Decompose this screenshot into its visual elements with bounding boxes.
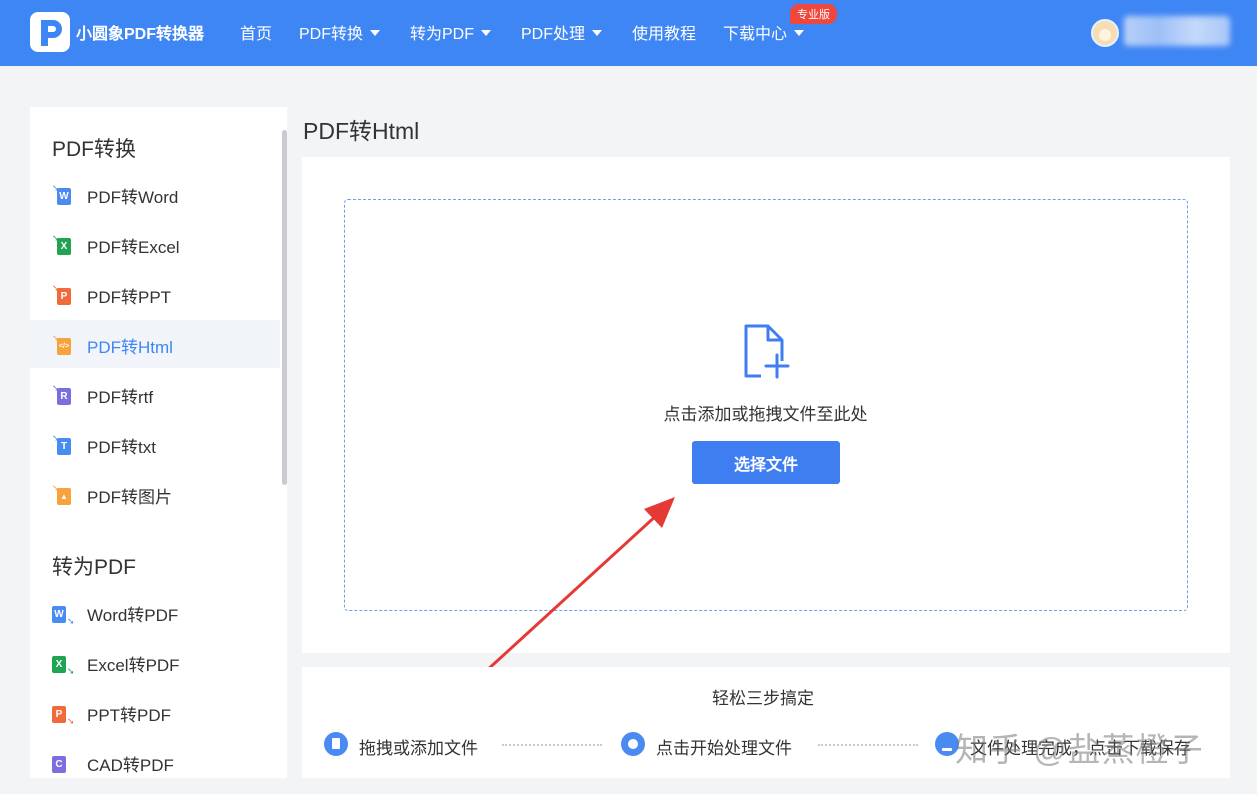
refresh-icon — [621, 732, 645, 756]
excel-icon: X ➘ — [52, 652, 76, 676]
username-blurred[interactable] — [1124, 16, 1230, 46]
sidebar-item-excel-to-pdf[interactable]: X ➘ Excel转PDF — [30, 638, 280, 686]
html-icon: ➘ </> — [52, 334, 76, 358]
nav-pdf-convert-label: PDF转换 — [299, 26, 364, 43]
avatar[interactable] — [1091, 19, 1119, 47]
nav-pdf-process-label: PDF处理 — [521, 26, 586, 43]
image-icon: ➘ ▲ — [52, 484, 76, 508]
step-label: 拖拽或添加文件 — [359, 739, 478, 758]
sidebar-item-pdf-to-ppt[interactable]: ➘ P PDF转PPT — [30, 270, 280, 318]
word-icon: ➘ W — [52, 184, 76, 208]
nav-download-center-label: 下载中心 — [723, 26, 788, 43]
nav-home[interactable]: 首页 — [240, 20, 272, 44]
sidebar-item-label: Word转PDF — [87, 606, 179, 625]
sidebar-item-label: Excel转PDF — [87, 656, 180, 675]
nav-tutorial[interactable]: 使用教程 — [632, 20, 696, 44]
ppt-icon: ➘ P — [52, 284, 76, 308]
sidebar-item-label: PDF转txt — [87, 438, 156, 457]
chevron-down-icon — [370, 30, 381, 36]
sidebar-item-label: PDF转Excel — [87, 238, 180, 257]
sidebar-item-pdf-to-rtf[interactable]: ➘ R PDF转rtf — [30, 370, 280, 418]
app-logo[interactable] — [30, 12, 70, 52]
cad-icon: C — [52, 752, 76, 776]
sidebar-section-to-pdf: 转为PDF — [52, 556, 136, 579]
sidebar-item-label: PDF转图片 — [87, 488, 172, 507]
sidebar-item-ppt-to-pdf[interactable]: P ➘ PPT转PDF — [30, 688, 280, 736]
nav-to-pdf[interactable]: 转为PDF — [410, 20, 492, 44]
file-icon — [324, 732, 348, 756]
file-dropzone[interactable] — [344, 199, 1188, 611]
sidebar-item-label: PDF转Word — [87, 188, 179, 207]
nav-home-label: 首页 — [240, 26, 273, 43]
select-file-button[interactable]: 选择文件 — [692, 441, 840, 484]
rtf-icon: ➘ R — [52, 384, 76, 408]
pro-badge: 专业版 — [790, 4, 837, 24]
chevron-down-icon — [592, 30, 603, 36]
page-title: PDF转Html — [303, 118, 420, 144]
chevron-down-icon — [794, 30, 805, 36]
excel-icon: ➘ X — [52, 234, 76, 258]
sidebar-item-pdf-to-txt[interactable]: ➘ T PDF转txt — [30, 420, 280, 468]
sidebar-item-label: CAD转PDF — [87, 756, 174, 775]
ppt-icon: P ➘ — [52, 702, 76, 726]
sidebar-item-label: PPT转PDF — [87, 706, 172, 725]
nav-pdf-convert[interactable]: PDF转换 — [299, 20, 381, 44]
txt-icon: ➘ T — [52, 434, 76, 458]
watermark: 知乎 @盐蒸橙子 — [955, 731, 1204, 768]
step-label: 点击开始处理文件 — [656, 739, 792, 758]
word-icon: W ➘ — [52, 602, 76, 626]
sidebar-item-word-to-pdf[interactable]: W ➘ Word转PDF — [30, 588, 280, 636]
sidebar-item-label: PDF转Html — [87, 338, 173, 357]
steps-title: 轻松三步搞定 — [712, 689, 814, 708]
sidebar-item-pdf-to-word[interactable]: ➘ W PDF转Word — [30, 170, 280, 218]
step-connector — [818, 744, 918, 746]
sidebar: PDF转换 ➘ W PDF转Word ➘ X PDF转Excel ➘ P PDF转PP… — [30, 107, 287, 778]
app-brand[interactable]: 小圆象PDF转换器 — [76, 20, 204, 44]
chevron-down-icon — [481, 30, 492, 36]
sidebar-section-pdf-convert: PDF转换 — [52, 138, 136, 161]
sidebar-item-pdf-to-image[interactable]: ➘ ▲ PDF转图片 — [30, 470, 280, 518]
step-connector — [502, 744, 602, 746]
sidebar-item-label: PDF转rtf — [87, 388, 154, 407]
sidebar-item-label: PDF转PPT — [87, 288, 172, 307]
nav-to-pdf-label: 转为PDF — [410, 26, 475, 43]
sidebar-item-pdf-to-html[interactable]: ➘ </> PDF转Html — [30, 320, 280, 368]
nav-tutorial-label: 使用教程 — [632, 26, 697, 43]
sidebar-item-cad-to-pdf[interactable]: C CAD转PDF — [30, 738, 280, 778]
nav-pdf-process[interactable]: PDF处理 — [521, 20, 603, 44]
top-navbar: 小圆象PDF转换器 首页 PDF转换 转为PDF PDF处理 使用教程 下载中心… — [0, 0, 1257, 66]
add-file-icon — [741, 323, 791, 386]
avatar-face — [1099, 29, 1111, 41]
sidebar-scrollbar[interactable] — [282, 130, 287, 485]
sidebar-item-pdf-to-excel[interactable]: ➘ X PDF转Excel — [30, 220, 280, 268]
